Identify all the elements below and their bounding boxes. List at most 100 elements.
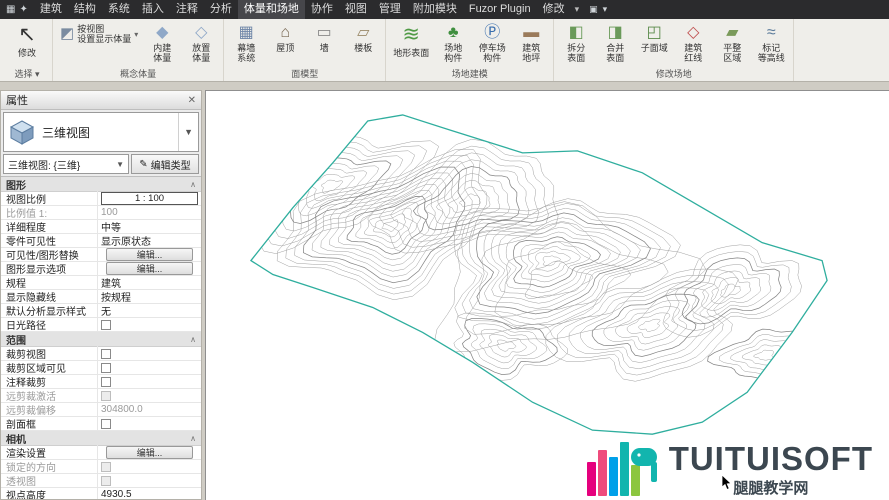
ribbon-button-场地构件[interactable]: ♣场地构件 bbox=[434, 21, 472, 64]
panel-label[interactable]: 场地建模 bbox=[386, 68, 553, 81]
chevron-down-icon[interactable]: ▼ bbox=[178, 113, 198, 151]
ribbon-button-label: 拆分表面 bbox=[567, 43, 585, 63]
checkbox[interactable] bbox=[101, 462, 111, 472]
ribbon-button-拆分表面[interactable]: ◧拆分表面 bbox=[557, 21, 595, 64]
prop-label: 剖面框 bbox=[1, 416, 98, 431]
ribbon-button-放置体量[interactable]: ◇放置体量 bbox=[182, 21, 220, 64]
section-header-范围[interactable]: 范围 ∧ bbox=[1, 332, 201, 347]
ribbon-button-墙[interactable]: ▭墙 bbox=[305, 21, 343, 54]
panel-label[interactable]: 概念体量 bbox=[53, 68, 223, 81]
prop-row: 默认分析显示样式无 bbox=[1, 304, 201, 318]
revit-window: ▦ ✦ 建筑结构系统插入注释分析体量和场地协作视图管理附加模块Fuzor Plu… bbox=[0, 0, 889, 500]
tab-协作[interactable]: 协作 bbox=[305, 0, 339, 19]
edit-button[interactable]: 编辑... bbox=[106, 262, 193, 275]
star-icon[interactable]: ✦ bbox=[19, 4, 27, 15]
checkbox[interactable] bbox=[101, 320, 111, 330]
checkbox[interactable] bbox=[101, 377, 111, 387]
prop-row: 规程建筑 bbox=[1, 276, 201, 290]
tab-分析[interactable]: 分析 bbox=[204, 0, 238, 19]
prop-label: 裁剪区域可见 bbox=[1, 360, 98, 375]
ribbon-button-标记等高线[interactable]: ≈标记等高线 bbox=[752, 21, 790, 64]
checkbox[interactable] bbox=[101, 349, 111, 359]
prop-value bbox=[98, 363, 201, 373]
prop-label: 注释裁剪 bbox=[1, 374, 98, 389]
edit-type-button[interactable]: ✎ 编辑类型 bbox=[131, 154, 199, 174]
panel-label[interactable]: 面模型 bbox=[224, 68, 385, 81]
prop-row: 比例值 1:100 bbox=[1, 206, 201, 220]
ribbon-button-停车场构件[interactable]: Ⓟ停车场构件 bbox=[473, 21, 511, 64]
tab-体量和场地[interactable]: 体量和场地 bbox=[238, 0, 305, 19]
tab-视图[interactable]: 视图 bbox=[339, 0, 373, 19]
chevron-down-icon[interactable]: ▾ bbox=[571, 4, 584, 15]
ribbon-button-修改[interactable]: ↖修改 bbox=[5, 21, 49, 59]
ribbon-button-label: 地形表面 bbox=[393, 48, 429, 58]
section-title: 范围 bbox=[6, 332, 26, 347]
curtain-system-icon: ▦ bbox=[239, 22, 254, 43]
ribbon-button-平整区域[interactable]: ▰平整区域 bbox=[713, 21, 751, 64]
tab-注释[interactable]: 注释 bbox=[170, 0, 204, 19]
ribbon-button-内建体量[interactable]: ◆内建体量 bbox=[143, 21, 181, 64]
view-filter-select[interactable]: 三维视图: {三维} ▼ bbox=[3, 154, 129, 174]
tab-系统[interactable]: 系统 bbox=[102, 0, 136, 19]
ribbon-button-楼板[interactable]: ▱楼板 bbox=[344, 21, 382, 54]
ribbon-button-地形表面[interactable]: ≋地形表面 bbox=[389, 21, 433, 59]
collapse-icon[interactable]: ∧ bbox=[190, 180, 196, 189]
section-title: 相机 bbox=[6, 431, 26, 446]
grid-icon[interactable]: ▦ bbox=[6, 4, 15, 15]
tab-附加模块[interactable]: 附加模块 bbox=[407, 0, 463, 19]
properties-header[interactable]: 属性 ✕ bbox=[1, 91, 201, 110]
tab-修改[interactable]: 修改 bbox=[537, 0, 571, 19]
edit-button[interactable]: 编辑... bbox=[106, 248, 193, 261]
tab-Fuzor Plugin[interactable]: Fuzor Plugin bbox=[463, 0, 537, 19]
collapse-icon[interactable]: ∧ bbox=[190, 335, 196, 344]
prop-row: 详细程度中等 bbox=[1, 220, 201, 234]
split-surface-icon: ◧ bbox=[569, 22, 584, 43]
ribbon-panel: ◧拆分表面◨合并表面◰子面域◇建筑红线▰平整区域≈标记等高线修改场地 bbox=[554, 19, 794, 81]
tab-bar-right-icons: ▣ ▾ bbox=[583, 0, 613, 19]
prop-value bbox=[98, 462, 201, 472]
ribbon-tabs: 建筑结构系统插入注释分析体量和场地协作视图管理附加模块Fuzor Plugin修… bbox=[34, 0, 571, 19]
collapse-icon[interactable]: ∧ bbox=[190, 434, 196, 443]
ribbon-button-屋顶[interactable]: ⌂屋顶 bbox=[266, 21, 304, 54]
section-header-图形[interactable]: 图形∧ bbox=[1, 177, 201, 192]
watermark-brand: TUITUISOFT bbox=[669, 442, 873, 476]
prop-label: 显示隐藏线 bbox=[1, 289, 98, 304]
prop-value bbox=[98, 349, 201, 359]
chevron-down-icon[interactable]: ▾ bbox=[603, 4, 608, 15]
view-scale-select[interactable]: 1 : 100 bbox=[101, 192, 198, 205]
prop-value: 编辑... bbox=[98, 446, 201, 459]
tab-建筑[interactable]: 建筑 bbox=[34, 0, 68, 19]
checkbox[interactable] bbox=[101, 476, 111, 486]
ribbon-button-label: 楼板 bbox=[354, 43, 372, 53]
subregion-icon: ◰ bbox=[647, 22, 662, 43]
ribbon-button-建筑地坪[interactable]: ▬建筑地坪 bbox=[512, 21, 550, 64]
prop-row: 剖面框 bbox=[1, 417, 201, 431]
type-selector[interactable]: 三维视图 ▼ bbox=[3, 112, 199, 152]
tab-结构[interactable]: 结构 bbox=[68, 0, 102, 19]
panel-toggle-icon[interactable]: ▣ bbox=[589, 4, 598, 15]
tab-管理[interactable]: 管理 bbox=[373, 0, 407, 19]
edit-type-icon: ✎ bbox=[139, 159, 147, 170]
ribbon-button-建筑红线[interactable]: ◇建筑红线 bbox=[674, 21, 712, 64]
checkbox[interactable] bbox=[101, 391, 111, 401]
prop-label: 视点高度 bbox=[1, 487, 98, 499]
checkbox[interactable] bbox=[101, 419, 111, 429]
panel-buttons: ↖修改 bbox=[2, 19, 52, 68]
view-filter-value: 三维视图: {三维} bbox=[8, 157, 80, 172]
edit-button[interactable]: 编辑... bbox=[106, 446, 193, 459]
drawing-canvas[interactable]: TUITUISOFT 腿腿教学网 bbox=[205, 90, 889, 500]
modify-cursor-icon: ↖ bbox=[18, 22, 36, 48]
tab-插入[interactable]: 插入 bbox=[136, 0, 170, 19]
checkbox[interactable] bbox=[101, 363, 111, 373]
ribbon-button-按视图设置显示体量[interactable]: ◩按视图设置显示体量▾ bbox=[56, 21, 142, 47]
ribbon-button-幕墙系统[interactable]: ▦幕墙系统 bbox=[227, 21, 265, 64]
ribbon-button-合并表面[interactable]: ◨合并表面 bbox=[596, 21, 634, 64]
ribbon-button-子面域[interactable]: ◰子面域 bbox=[635, 21, 673, 54]
label-contours-icon: ≈ bbox=[767, 22, 776, 43]
prop-row: 远剪裁激活 bbox=[1, 389, 201, 403]
panel-label[interactable]: 选择 ▾ bbox=[2, 68, 52, 81]
close-icon[interactable]: ✕ bbox=[188, 95, 196, 106]
section-header-相机[interactable]: 相机 ∧ bbox=[1, 431, 201, 446]
prop-value: 304800.0 bbox=[98, 404, 201, 415]
panel-label[interactable]: 修改场地 bbox=[554, 68, 793, 81]
